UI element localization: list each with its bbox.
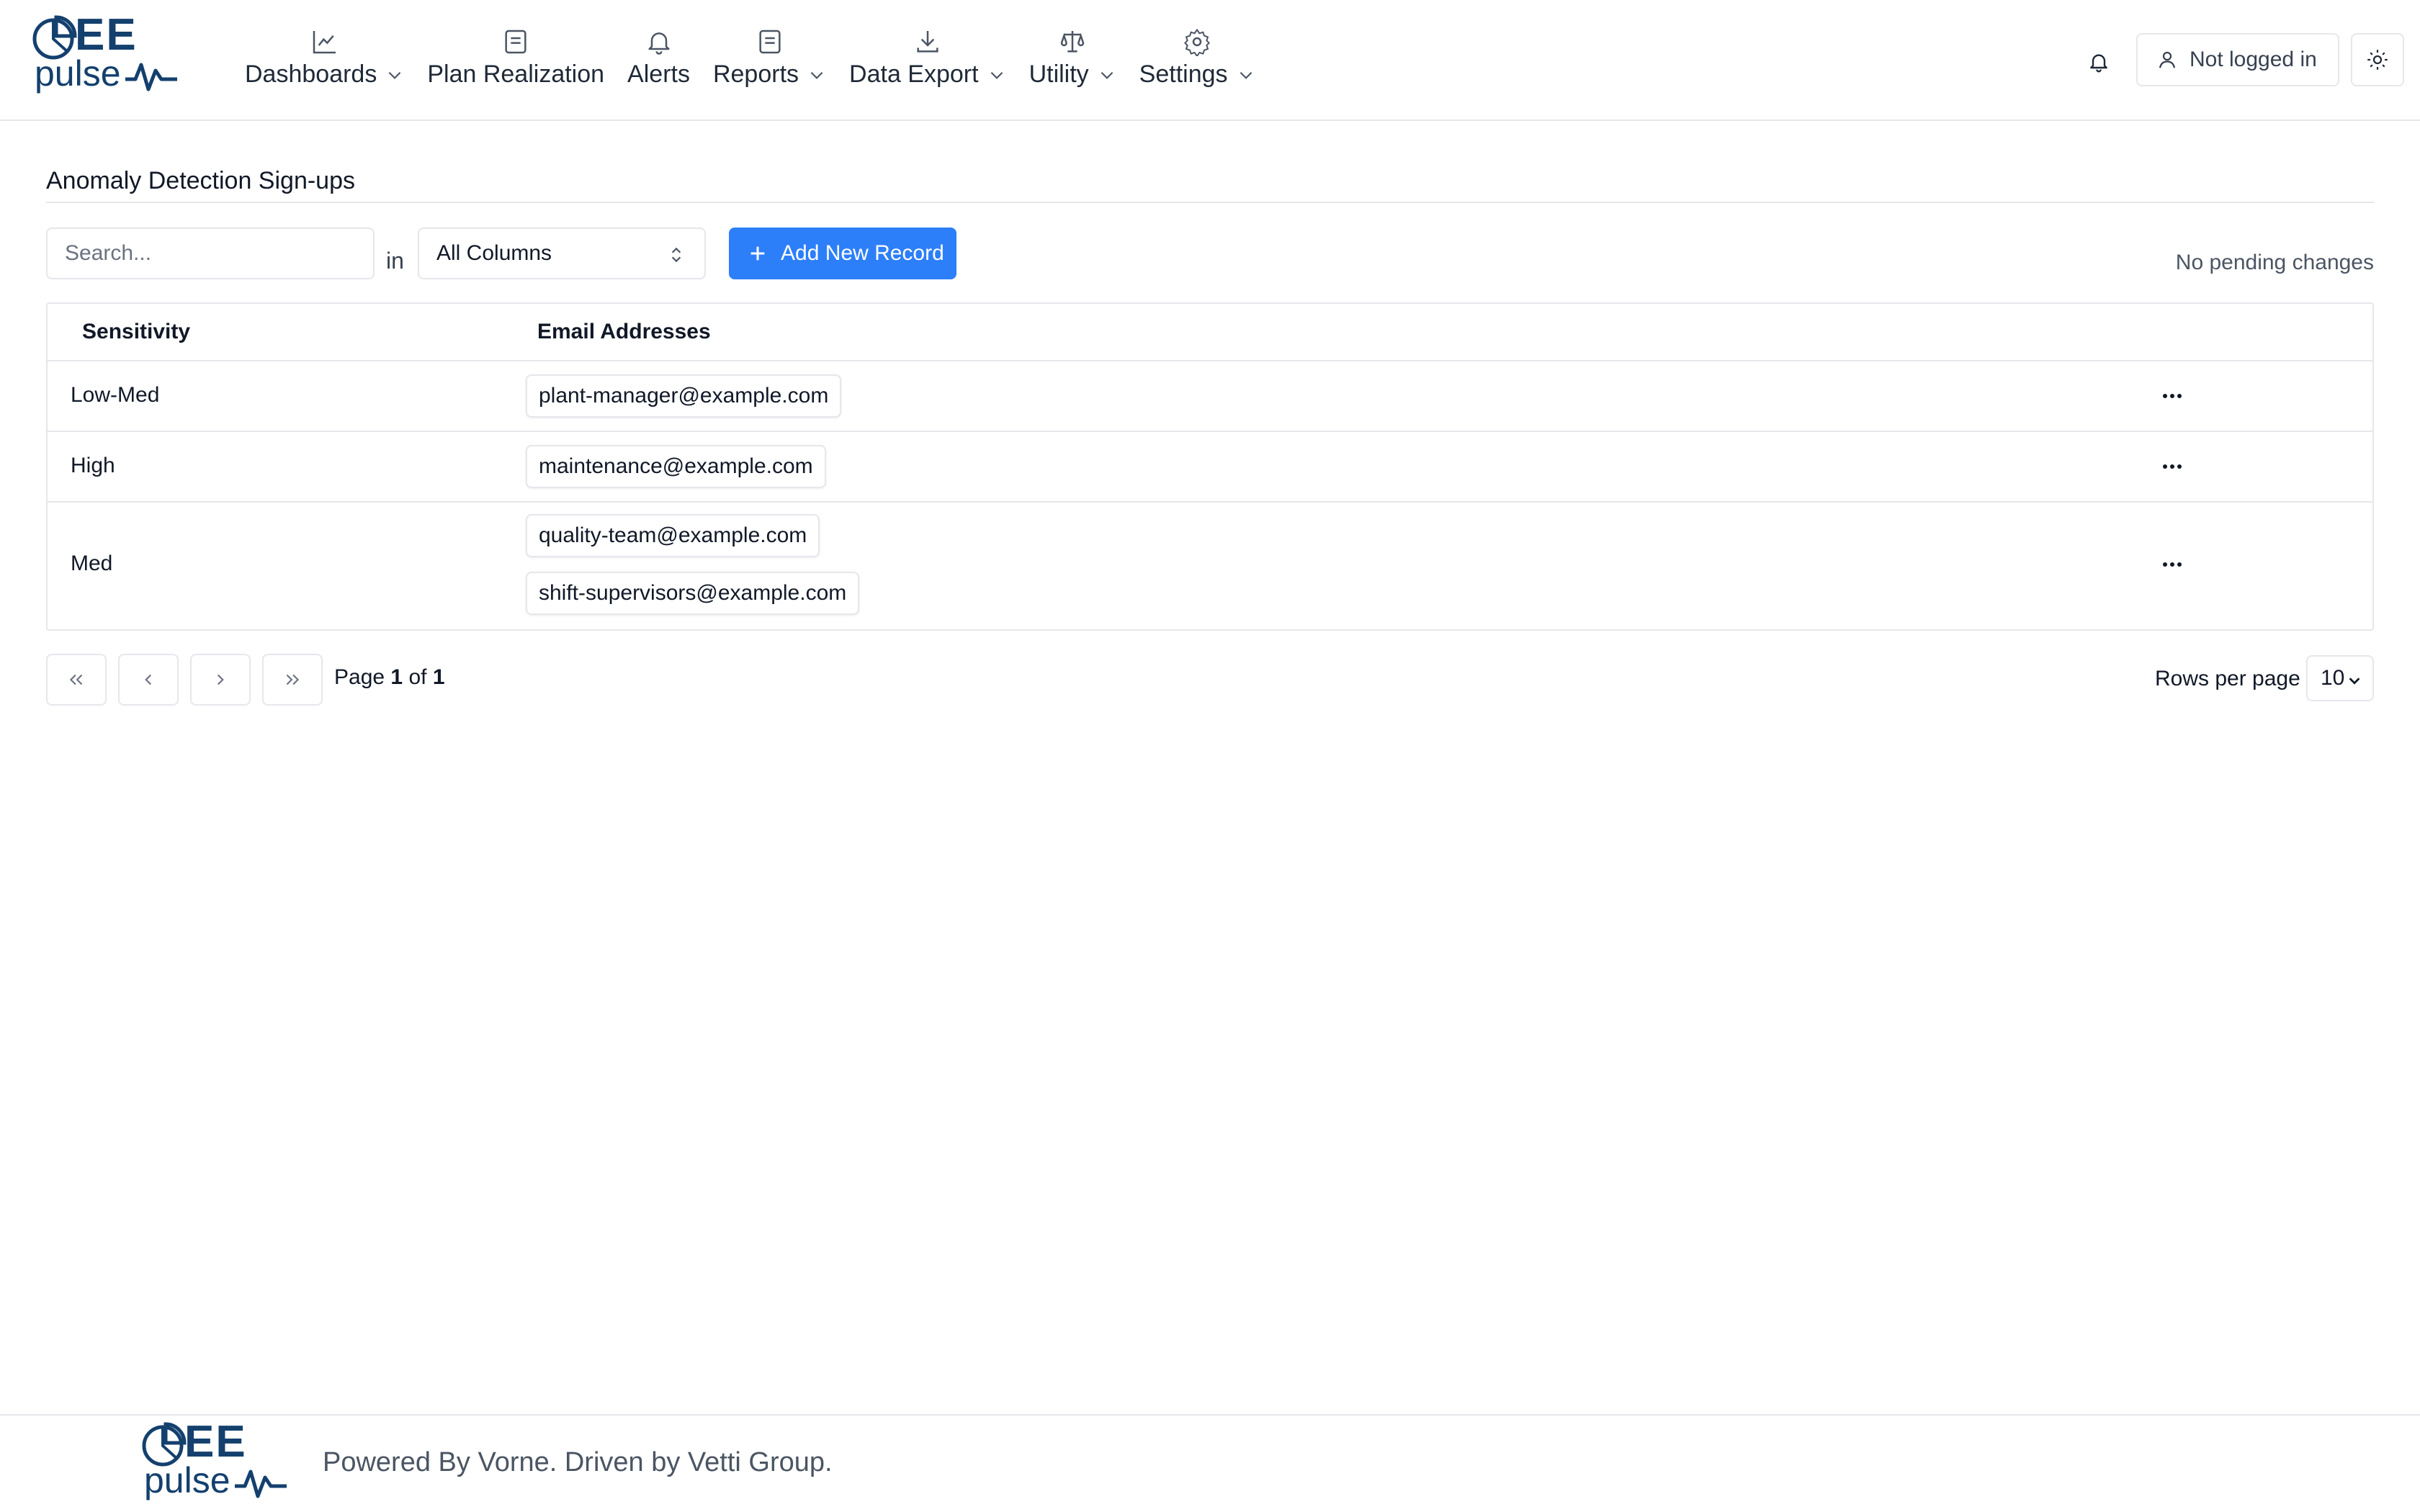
table-row[interactable]: Low-Med plant-manager@example.com <box>48 361 2372 432</box>
pulse-wave-icon <box>235 1470 287 1498</box>
nav-dashboards-label: Dashboards <box>245 60 377 88</box>
chevron-left-icon <box>145 674 152 685</box>
search-input[interactable] <box>46 228 375 279</box>
nav-reports-label: Reports <box>712 60 799 88</box>
nav-utility[interactable]: Utility <box>1029 22 1116 101</box>
chevron-down-icon <box>2349 678 2360 685</box>
nav-utility-label: Utility <box>1028 60 1089 88</box>
row-actions-button[interactable] <box>2151 382 2194 410</box>
line-chart-icon <box>313 31 336 54</box>
chevrons-left-icon <box>69 674 83 685</box>
chevron-right-icon <box>217 674 224 685</box>
sun-icon <box>2367 50 2388 70</box>
email-chip[interactable]: quality-team@example.com <box>526 514 820 557</box>
total-pages: 1 <box>432 665 445 689</box>
login-button[interactable]: Not logged in <box>2136 33 2339 86</box>
of-label: of <box>408 665 427 689</box>
nav-data-export[interactable]: Data Export <box>849 22 1006 101</box>
sensitivity-cell: Low-Med <box>71 383 160 407</box>
table-row[interactable]: High maintenance@example.com <box>48 432 2372 503</box>
rows-per-page-label: Rows per page <box>2155 667 2300 690</box>
document-icon <box>505 30 526 54</box>
add-new-record-label: Add New Record <box>781 241 944 265</box>
nav-plan-realization[interactable]: Plan Realization <box>427 22 604 101</box>
current-page: 1 <box>390 665 403 689</box>
nav-dashboards[interactable]: Dashboards <box>245 22 404 101</box>
nav-settings-label: Settings <box>1139 60 1228 88</box>
plus-icon <box>750 246 765 261</box>
rows-per-page-select[interactable]: 10 <box>2306 655 2374 701</box>
top-navbar: EE pulse Dashboards Plan Realization Ale… <box>0 0 2420 121</box>
add-new-record-button[interactable]: Add New Record <box>729 228 956 279</box>
sensitivity-cell: High <box>71 454 115 477</box>
page-prefix: Page <box>334 665 385 689</box>
chevron-down-icon <box>990 71 1003 79</box>
table-row[interactable]: Med quality-team@example.com shift-super… <box>48 503 2372 629</box>
chevrons-right-icon <box>286 674 300 685</box>
nav-data-export-label: Data Export <box>849 60 979 88</box>
row-actions-button[interactable] <box>2151 452 2194 481</box>
column-header-sensitivity[interactable]: Sensitivity <box>82 320 190 344</box>
user-icon <box>2159 51 2176 68</box>
pulse-wave-icon <box>125 63 177 91</box>
chevron-down-icon <box>810 71 823 79</box>
more-horizontal-icon <box>2163 562 2182 567</box>
table-header: Sensitivity Email Addresses <box>48 304 2372 361</box>
nav-alerts-label: Alerts <box>627 60 690 88</box>
main-nav: Dashboards Plan Realization Alerts Repor… <box>245 22 1278 101</box>
divider <box>46 202 2374 203</box>
column-filter-select[interactable]: All Columns <box>418 228 706 279</box>
chevron-down-icon <box>1240 71 1252 79</box>
page-title: Anomaly Detection Sign-ups <box>46 167 356 194</box>
bell-icon <box>647 32 670 55</box>
notifications-button[interactable] <box>2080 43 2118 81</box>
page-indicator: Page 1 of 1 <box>334 665 445 690</box>
nav-alerts[interactable]: Alerts <box>627 22 690 101</box>
rows-per-page-value: 10 <box>2321 666 2345 690</box>
ee-pulse-logo: EE pulse <box>138 1417 290 1503</box>
email-chip[interactable]: shift-supervisors@example.com <box>526 572 860 615</box>
pending-changes-status: No pending changes <box>2175 251 2374 274</box>
previous-page-button[interactable] <box>118 654 179 706</box>
scale-icon <box>1060 31 1085 53</box>
document-icon <box>758 30 781 54</box>
column-header-email-addresses[interactable]: Email Addresses <box>537 320 711 344</box>
footer: EE pulse Powered By Vorne. Driven by Vet… <box>0 1414 2420 1512</box>
row-actions-button[interactable] <box>2151 550 2194 579</box>
chevron-down-icon <box>1101 71 1113 79</box>
email-chip[interactable]: maintenance@example.com <box>526 445 826 488</box>
gear-icon <box>1184 29 1210 56</box>
email-chip[interactable]: plant-manager@example.com <box>526 374 842 418</box>
nav-reports[interactable]: Reports <box>713 22 826 101</box>
footer-credit: Powered By Vorne. Driven by Vetti Group. <box>323 1447 833 1477</box>
nav-settings[interactable]: Settings <box>1139 22 1255 101</box>
login-label: Not logged in <box>2190 48 2317 71</box>
logo-text-bottom: pulse <box>35 53 121 94</box>
chevron-down-icon <box>388 71 401 79</box>
chevron-up-down-icon <box>671 247 681 263</box>
logo-text-bottom: pulse <box>144 1460 230 1500</box>
theme-toggle-button[interactable] <box>2351 33 2404 86</box>
more-horizontal-icon <box>2163 464 2182 469</box>
in-label: in <box>386 248 404 274</box>
more-horizontal-icon <box>2163 394 2182 398</box>
first-page-button[interactable] <box>46 654 107 706</box>
nav-plan-realization-label: Plan Realization <box>427 60 605 88</box>
next-page-button[interactable] <box>190 654 251 706</box>
column-filter-value: All Columns <box>436 241 552 265</box>
download-icon <box>917 31 938 53</box>
ee-pulse-logo[interactable]: EE pulse <box>29 10 180 96</box>
last-page-button[interactable] <box>262 654 323 706</box>
signups-table: Sensitivity Email Addresses Low-Med plan… <box>46 302 2374 631</box>
sensitivity-cell: Med <box>71 552 113 575</box>
bell-icon <box>2090 54 2107 73</box>
